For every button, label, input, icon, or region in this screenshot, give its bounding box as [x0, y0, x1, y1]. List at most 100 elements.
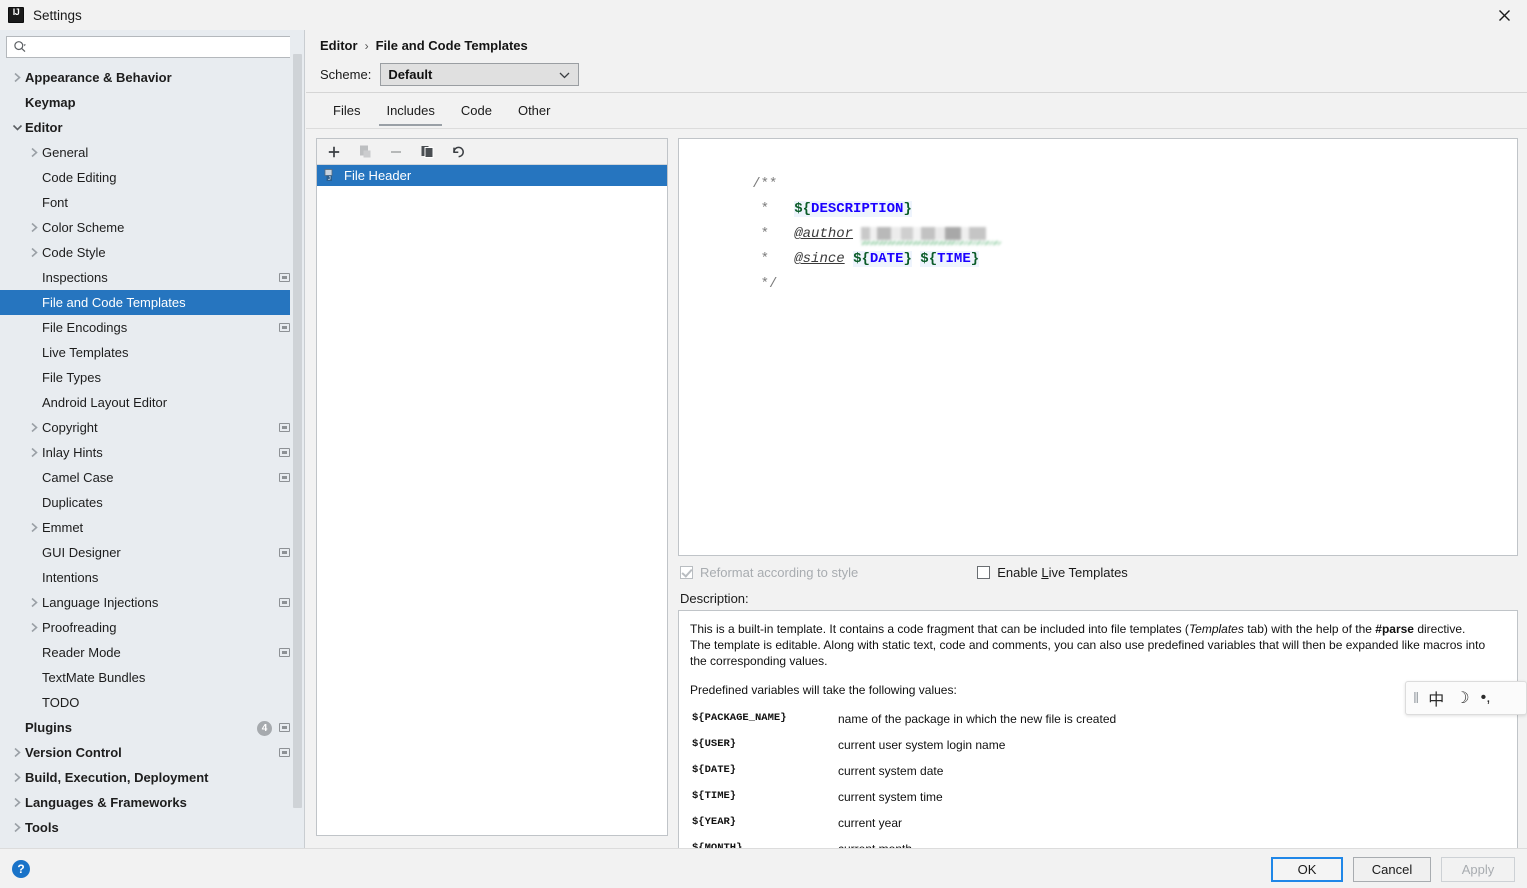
- sidebar-item-textmate-bundles[interactable]: TextMate Bundles: [0, 665, 304, 690]
- help-button[interactable]: ?: [12, 860, 30, 878]
- chevron-right-icon[interactable]: [9, 765, 25, 790]
- chevron-down-icon: [559, 72, 570, 79]
- sidebar-item-languages-frameworks[interactable]: Languages & Frameworks: [0, 790, 304, 815]
- live-templates-checkbox-group[interactable]: Enable Live Templates: [977, 565, 1128, 580]
- sidebar-item-color-scheme[interactable]: Color Scheme: [0, 215, 304, 240]
- template-tabs: Files Includes Code Other: [320, 96, 563, 126]
- ime-punctuation-toggle[interactable]: •,: [1481, 689, 1491, 707]
- reformat-checkbox-group[interactable]: Reformat according to style: [680, 565, 858, 580]
- breadcrumb: Editor › File and Code Templates: [320, 38, 528, 53]
- sidebar-item-live-templates[interactable]: Live Templates: [0, 340, 304, 365]
- enable-live-templates-checkbox[interactable]: [977, 566, 991, 579]
- search-box[interactable]: [6, 36, 298, 58]
- code-brace-close: }: [903, 251, 912, 267]
- reformat-checkbox[interactable]: [680, 566, 693, 579]
- sidebar-item-label: File Encodings: [42, 320, 128, 335]
- duplicate-template-button[interactable]: [418, 143, 436, 161]
- sidebar-item-label: Camel Case: [42, 470, 114, 485]
- sidebar-item-label: File Types: [42, 370, 102, 385]
- chevron-right-icon[interactable]: [26, 215, 42, 240]
- sidebar-item-proofreading[interactable]: Proofreading: [0, 615, 304, 640]
- sidebar-item-code-style[interactable]: Code Style: [0, 240, 304, 265]
- search-input[interactable]: [27, 38, 297, 56]
- sidebar-item-todo[interactable]: TODO: [0, 690, 304, 715]
- ime-moon-icon[interactable]: ☽: [1455, 688, 1469, 708]
- ime-language-toggle[interactable]: 中: [1428, 686, 1444, 710]
- code-brace-close: }: [903, 201, 912, 217]
- code-brace-open: ${: [853, 251, 870, 267]
- code-line: * ${DESCRIPTION}: [685, 172, 1517, 217]
- sidebar-item-font[interactable]: Font: [0, 190, 304, 215]
- sidebar-item-label: Font: [42, 195, 69, 210]
- list-item[interactable]: J File Header: [317, 165, 667, 186]
- sidebar-item-duplicates[interactable]: Duplicates: [0, 490, 304, 515]
- close-icon[interactable]: [1481, 0, 1527, 30]
- chevron-right-icon[interactable]: [26, 590, 42, 615]
- sidebar-item-code-editing[interactable]: Code Editing: [0, 165, 304, 190]
- sidebar-scrollbar[interactable]: [290, 30, 304, 848]
- ok-button[interactable]: OK: [1271, 857, 1343, 882]
- scheme-dropdown[interactable]: Default: [380, 63, 580, 86]
- sidebar-item-gui-designer[interactable]: GUI Designer: [0, 540, 304, 565]
- chevron-right-icon[interactable]: [26, 615, 42, 640]
- tab-other[interactable]: Other: [505, 96, 564, 126]
- sidebar-item-label: Reader Mode: [42, 645, 121, 660]
- template-code-editor[interactable]: /** * ${DESCRIPTION} * @author * @since …: [678, 138, 1518, 556]
- sidebar-item-label: Live Templates: [42, 345, 129, 360]
- tab-code[interactable]: Code: [448, 96, 505, 126]
- chevron-right-icon[interactable]: [9, 815, 25, 840]
- chevron-right-icon[interactable]: [26, 440, 42, 465]
- sidebar-item-inspections[interactable]: Inspections: [0, 265, 304, 290]
- sidebar-item-language-injections[interactable]: Language Injections: [0, 590, 304, 615]
- sidebar-item-emmet[interactable]: Emmet: [0, 515, 304, 540]
- remove-template-button[interactable]: [387, 143, 405, 161]
- ime-toolbar[interactable]: ‖ 中 ☽ •,: [1405, 681, 1527, 715]
- variable-name: ${PACKAGE_NAME}: [692, 712, 787, 724]
- sidebar-item-copyright[interactable]: Copyright: [0, 415, 304, 440]
- sidebar-item-camel-case[interactable]: Camel Case: [0, 465, 304, 490]
- tab-includes[interactable]: Includes: [373, 96, 447, 126]
- chevron-right-icon[interactable]: [26, 515, 42, 540]
- chevron-right-icon[interactable]: [9, 65, 25, 90]
- tab-files[interactable]: Files: [320, 96, 373, 126]
- cancel-button[interactable]: Cancel: [1353, 857, 1431, 882]
- sidebar-item-plugins[interactable]: Plugins 4: [0, 715, 304, 740]
- chevron-right-icon[interactable]: [26, 140, 42, 165]
- sidebar-item-appearance-behavior[interactable]: Appearance & Behavior: [0, 65, 304, 90]
- table-row: ${TIME} current system time: [690, 784, 1505, 810]
- sidebar-item-version-control[interactable]: Version Control: [0, 740, 304, 765]
- reset-template-button[interactable]: [449, 143, 467, 161]
- chevron-right-icon[interactable]: [26, 415, 42, 440]
- chevron-down-icon[interactable]: [9, 115, 25, 140]
- sidebar-item-android-layout-editor[interactable]: Android Layout Editor: [0, 390, 304, 415]
- description-label: Description:: [680, 591, 749, 606]
- sidebar-item-file-encodings[interactable]: File Encodings: [0, 315, 304, 340]
- sidebar-item-build-execution-deployment[interactable]: Build, Execution, Deployment: [0, 765, 304, 790]
- code-star: *: [752, 251, 795, 267]
- sidebar-item-inlay-hints[interactable]: Inlay Hints: [0, 440, 304, 465]
- sidebar-item-file-and-code-templates[interactable]: File and Code Templates: [0, 290, 304, 315]
- sidebar-item-label: Plugins: [25, 720, 72, 735]
- sidebar-item-reader-mode[interactable]: Reader Mode: [0, 640, 304, 665]
- chevron-right-icon[interactable]: [9, 740, 25, 765]
- sidebar-item-tools[interactable]: Tools: [0, 815, 304, 840]
- sidebar-item-intentions[interactable]: Intentions: [0, 565, 304, 590]
- sidebar-scrollbar-thumb[interactable]: [293, 54, 302, 808]
- sidebar-item-label: Code Style: [42, 245, 106, 260]
- breadcrumb-parent[interactable]: Editor: [320, 38, 358, 53]
- chevron-right-icon[interactable]: [9, 790, 25, 815]
- sidebar-item-file-types[interactable]: File Types: [0, 365, 304, 390]
- sidebar-item-keymap[interactable]: Keymap: [0, 90, 304, 115]
- add-from-file-button[interactable]: [356, 143, 374, 161]
- chevron-right-icon[interactable]: [26, 240, 42, 265]
- variable-name: ${YEAR}: [692, 816, 737, 828]
- apply-button[interactable]: Apply: [1441, 857, 1515, 882]
- project-scope-icon: [279, 422, 290, 432]
- sidebar-item-general[interactable]: General: [0, 140, 304, 165]
- add-template-button[interactable]: [325, 143, 343, 161]
- sidebar-item-badge: 4: [257, 720, 272, 736]
- dialog-footer: ? OK Cancel Apply https://blog.csdn.net/…: [0, 848, 1527, 888]
- header-divider: [306, 92, 1527, 93]
- sidebar-item-editor[interactable]: Editor: [0, 115, 304, 140]
- ime-drag-handle-icon[interactable]: ‖: [1413, 690, 1419, 707]
